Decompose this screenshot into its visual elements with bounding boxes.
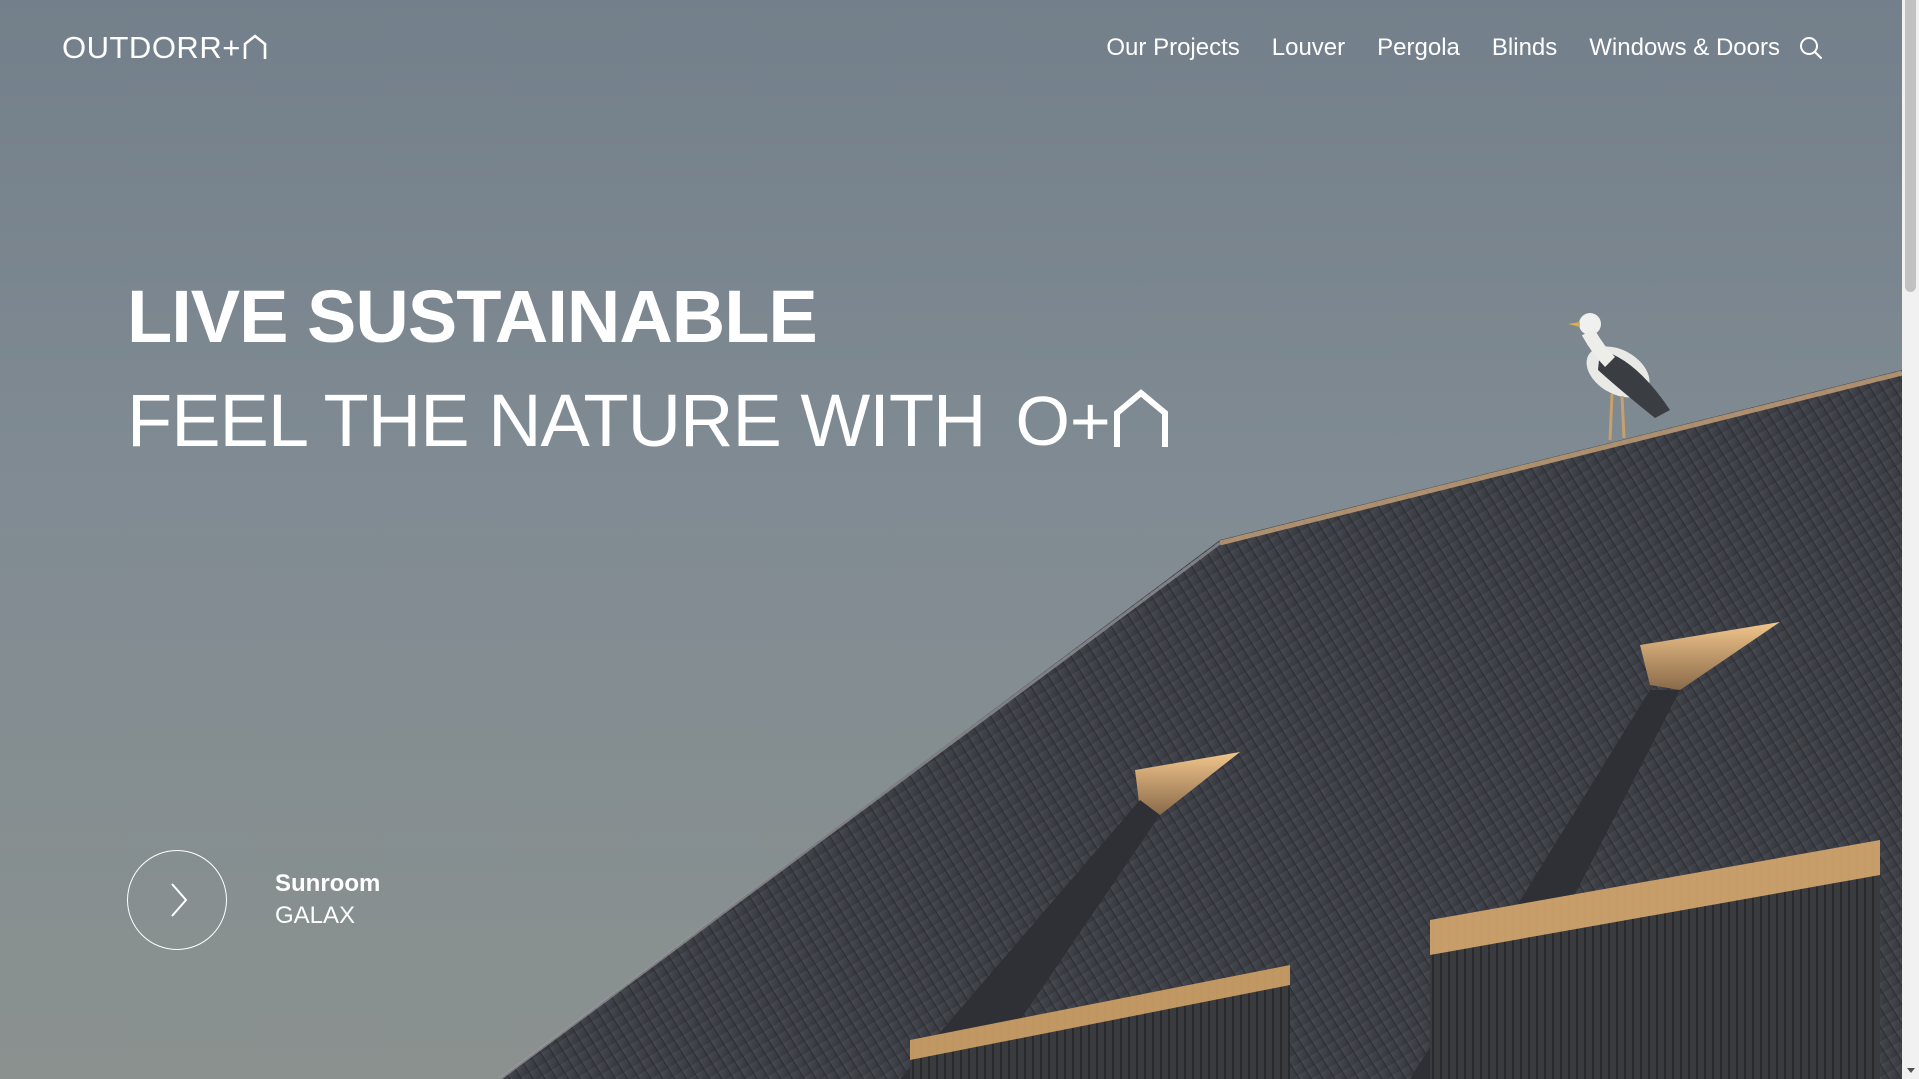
slide-info: Sunroom GALAX <box>275 868 380 932</box>
nav-item-windows-doors[interactable]: Windows & Doors <box>1589 34 1780 62</box>
site-header: OUTDORR+ Our Projects Louver Pergola Bli… <box>0 0 1902 96</box>
nav-item-blinds[interactable]: Blinds <box>1492 34 1557 62</box>
page: OUTDORR+ Our Projects Louver Pergola Bli… <box>0 0 1919 1079</box>
scroll-down-arrow-icon[interactable] <box>1902 1062 1919 1079</box>
nav-item-pergola[interactable]: Pergola <box>1377 34 1460 62</box>
chevron-right-icon <box>171 883 188 917</box>
slide-category: Sunroom <box>275 870 381 897</box>
hero-headline: LIVE SUSTAINABLE FEEL THE NATURE WITH O+ <box>127 272 1169 466</box>
headline-line-2: FEEL THE NATURE WITH O+ <box>127 376 1169 466</box>
headline-logo-text: O+ <box>1015 382 1111 460</box>
slide-control: Sunroom GALAX <box>127 850 380 950</box>
search-button[interactable] <box>1798 35 1824 61</box>
main-nav: Our Projects Louver Pergola Blinds Windo… <box>1074 29 1780 67</box>
headline-feel-the-nature: FEEL THE NATURE WITH <box>127 379 986 462</box>
slide-name: GALAX <box>275 902 356 929</box>
site-logo[interactable]: OUTDORR+ <box>62 30 267 66</box>
scrollbar-thumb[interactable] <box>1905 0 1916 292</box>
headline-live-sustainable: LIVE SUSTAINABLE <box>127 275 818 358</box>
search-icon <box>1800 37 1822 59</box>
headline-brand-logo: O+ <box>1015 381 1168 461</box>
logo-text: OUTDORR+ <box>62 30 241 65</box>
vertical-scrollbar[interactable] <box>1902 0 1919 1079</box>
house-logo-icon <box>1113 389 1168 447</box>
hero-section: OUTDORR+ Our Projects Louver Pergola Bli… <box>0 0 1902 1079</box>
nav-item-louver[interactable]: Louver <box>1272 34 1345 62</box>
next-slide-button[interactable] <box>127 850 227 950</box>
triangle-down-icon <box>1906 1067 1915 1073</box>
house-logo-icon <box>243 34 267 59</box>
nav-item-our-projects[interactable]: Our Projects <box>1106 34 1239 62</box>
